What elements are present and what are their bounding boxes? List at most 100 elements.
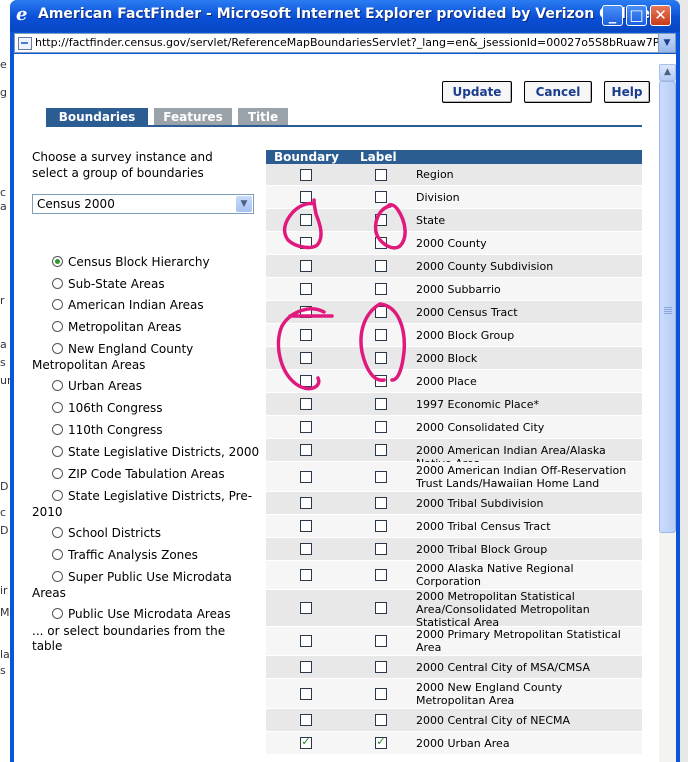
label-checkbox[interactable]: [375, 569, 387, 581]
vertical-scrollbar[interactable]: ▲: [659, 64, 676, 762]
boundary-checkbox[interactable]: [300, 569, 312, 581]
boundary-checkbox[interactable]: [300, 398, 312, 410]
label-checkbox[interactable]: [375, 214, 387, 226]
tab-boundaries[interactable]: Boundaries: [46, 108, 148, 126]
boundary-checkbox[interactable]: [300, 497, 312, 509]
boundary-checkbox[interactable]: [300, 520, 312, 532]
label-checkbox[interactable]: [375, 602, 387, 614]
radio-state-legislative-pre-2010[interactable]: State Legislative Districts, Pre-: [52, 488, 252, 504]
label-checkbox[interactable]: [375, 283, 387, 295]
radio-urban-areas[interactable]: Urban Areas: [52, 378, 142, 394]
boundary-checkbox[interactable]: [300, 329, 312, 341]
title-bar[interactable]: e American FactFinder - Microsoft Intern…: [10, 0, 680, 32]
label-checkbox[interactable]: [375, 688, 387, 700]
address-bar[interactable]: http://factfinder.census.gov/servlet/Ref…: [14, 33, 676, 53]
address-url[interactable]: http://factfinder.census.gov/servlet/Ref…: [35, 36, 659, 49]
label-checkbox[interactable]: [375, 444, 387, 456]
radio-icon[interactable]: [52, 608, 63, 619]
radio-american-indian-areas[interactable]: American Indian Areas: [52, 297, 204, 313]
radio-metropolitan-areas[interactable]: Metropolitan Areas: [52, 319, 181, 335]
tab-features[interactable]: Features: [154, 108, 232, 126]
label-checkbox[interactable]: [375, 543, 387, 555]
label-checkbox[interactable]: [375, 471, 387, 483]
scroll-up-arrow-icon[interactable]: ▲: [659, 64, 676, 81]
boundary-checkbox[interactable]: [300, 352, 312, 364]
label-checkbox[interactable]: [375, 398, 387, 410]
radio-icon[interactable]: [52, 571, 63, 582]
boundary-checkbox[interactable]: [300, 444, 312, 456]
tab-title[interactable]: Title: [238, 108, 288, 126]
label-checkbox[interactable]: [375, 714, 387, 726]
radio-110th-congress[interactable]: 110th Congress: [52, 422, 163, 438]
boundary-checkbox[interactable]: [300, 260, 312, 272]
update-button[interactable]: Update: [442, 81, 512, 103]
label-checkbox[interactable]: [375, 329, 387, 341]
radio-icon[interactable]: [52, 343, 63, 354]
label-checkbox[interactable]: [375, 520, 387, 532]
boundary-checkbox[interactable]: [300, 602, 312, 614]
boundary-checkbox[interactable]: [300, 191, 312, 203]
boundary-checkbox[interactable]: [300, 714, 312, 726]
radio-sub-state-areas[interactable]: Sub-State Areas: [52, 276, 165, 292]
boundary-checkbox[interactable]: [300, 283, 312, 295]
radio-icon[interactable]: [52, 527, 63, 538]
boundary-type-label: 2000 Primary Metropolitan Statistical Ar…: [416, 628, 621, 654]
survey-instance-select[interactable]: Census 2000 ▼: [32, 194, 254, 214]
radio-icon[interactable]: [52, 549, 63, 560]
boundary-checkbox[interactable]: [300, 735, 312, 749]
radio-icon[interactable]: [52, 299, 63, 310]
radio-zip-code-tabulation[interactable]: ZIP Code Tabulation Areas: [52, 466, 225, 482]
close-button[interactable]: ✕: [650, 5, 671, 26]
label-checkbox[interactable]: [375, 735, 387, 749]
radio-icon[interactable]: [52, 446, 63, 457]
boundary-checkbox[interactable]: [300, 169, 312, 181]
label-checkbox[interactable]: [375, 191, 387, 203]
boundary-checkbox[interactable]: [300, 375, 312, 387]
radio-traffic-analysis-zones[interactable]: Traffic Analysis Zones: [52, 547, 198, 563]
boundary-checkbox[interactable]: [300, 306, 312, 318]
maximize-button[interactable]: □: [626, 5, 647, 26]
boundary-checkbox[interactable]: [300, 635, 312, 647]
label-checkbox[interactable]: [375, 306, 387, 318]
boundary-checkbox[interactable]: [300, 543, 312, 555]
chevron-down-icon[interactable]: ▼: [236, 196, 252, 212]
boundary-type-label: 2000 Tribal Census Tract: [416, 520, 551, 533]
boundary-checkbox[interactable]: [300, 214, 312, 226]
label-checkbox[interactable]: [375, 237, 387, 249]
radio-icon[interactable]: [52, 424, 63, 435]
radio-new-england-county[interactable]: New England County: [52, 341, 193, 357]
boundary-checkbox[interactable]: [300, 688, 312, 700]
help-button[interactable]: Help: [604, 81, 650, 103]
radio-icon[interactable]: [52, 321, 63, 332]
boundary-checkbox[interactable]: [300, 661, 312, 673]
radio-public-use-microdata[interactable]: Public Use Microdata Areas: [52, 606, 231, 622]
label-checkbox[interactable]: [375, 375, 387, 387]
boundary-checkbox[interactable]: [300, 421, 312, 433]
boundary-checkbox[interactable]: [300, 471, 312, 483]
label-checkbox[interactable]: [375, 661, 387, 673]
radio-label: New England County: [68, 342, 194, 356]
radio-census-block-hierarchy[interactable]: Census Block Hierarchy: [52, 254, 210, 270]
radio-icon[interactable]: [52, 402, 63, 413]
label-checkbox[interactable]: [375, 260, 387, 272]
browser-window: e American FactFinder - Microsoft Intern…: [10, 0, 680, 762]
radio-icon[interactable]: [52, 278, 63, 289]
radio-school-districts[interactable]: School Districts: [52, 525, 161, 541]
scrollbar-thumb[interactable]: [659, 81, 676, 533]
cancel-button[interactable]: Cancel: [524, 81, 592, 103]
radio-icon[interactable]: [52, 380, 63, 391]
radio-icon[interactable]: [52, 490, 63, 501]
radio-106th-congress[interactable]: 106th Congress: [52, 400, 163, 416]
label-checkbox[interactable]: [375, 635, 387, 647]
radio-icon[interactable]: [52, 468, 63, 479]
address-dropdown-icon[interactable]: ▼: [658, 34, 675, 52]
boundary-checkbox[interactable]: [300, 237, 312, 249]
label-checkbox[interactable]: [375, 169, 387, 181]
minimize-button[interactable]: _: [602, 5, 623, 26]
radio-selected-icon[interactable]: [52, 256, 63, 267]
label-checkbox[interactable]: [375, 352, 387, 364]
label-checkbox[interactable]: [375, 497, 387, 509]
radio-super-public-use-microdata[interactable]: Super Public Use Microdata: [52, 569, 232, 585]
label-checkbox[interactable]: [375, 421, 387, 433]
radio-state-legislative-2000[interactable]: State Legislative Districts, 2000: [52, 444, 259, 460]
